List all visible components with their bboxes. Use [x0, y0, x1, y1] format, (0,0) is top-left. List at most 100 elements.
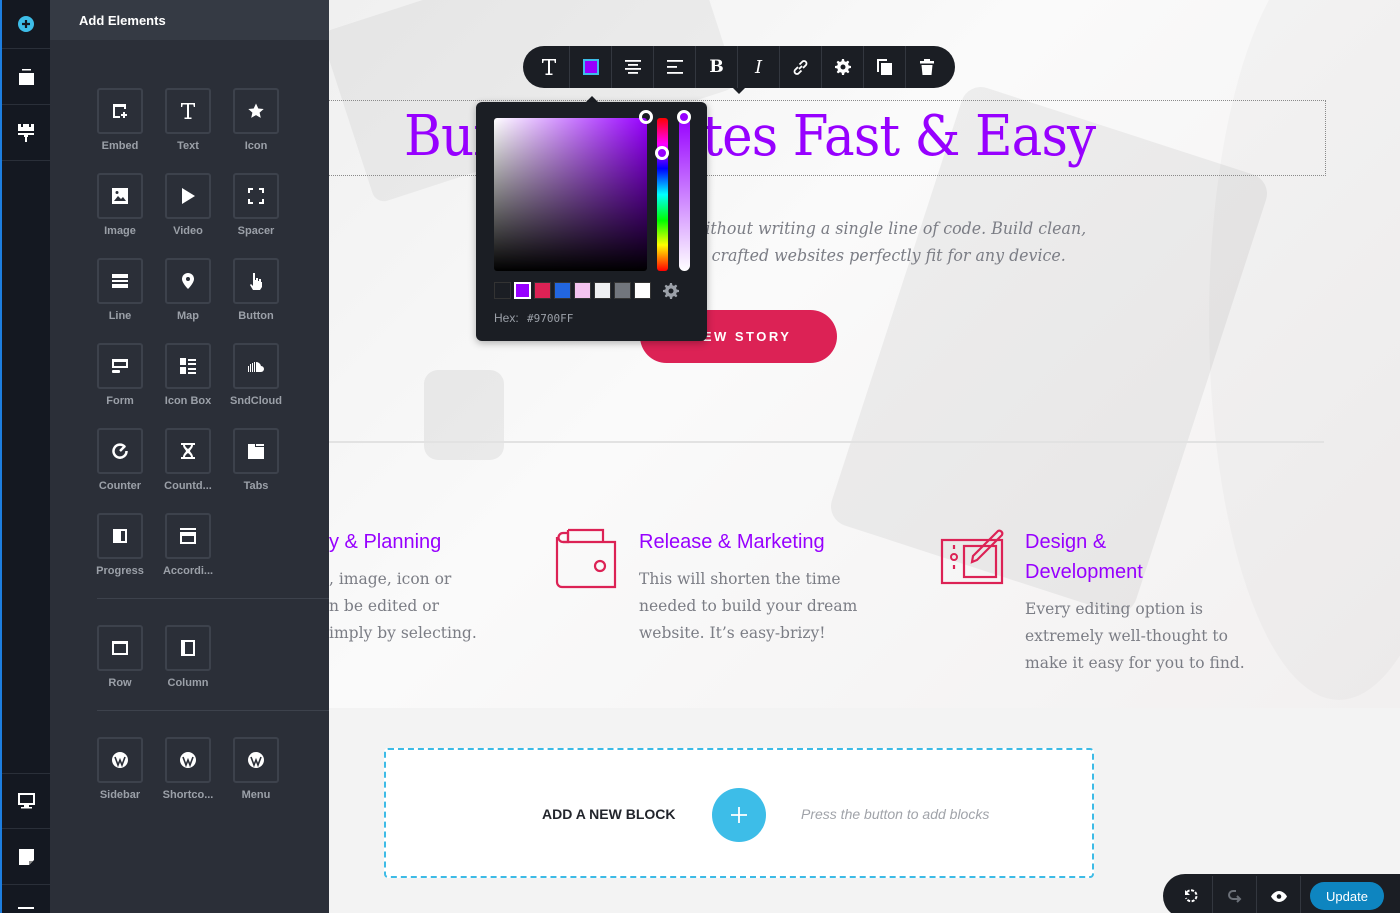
element-shortcode[interactable]: Shortco... [163, 737, 213, 801]
rail-more-button[interactable] [2, 885, 50, 913]
element-accordion[interactable]: Accordi... [163, 513, 213, 577]
feature-text-line: , image, icon or [329, 570, 452, 588]
element-label: Embed [101, 140, 139, 152]
saturation-value-handle[interactable] [639, 110, 653, 124]
color-swatch[interactable] [554, 282, 571, 299]
color-swatch[interactable] [514, 282, 531, 299]
design-tablet-icon [940, 529, 1004, 585]
add-elements-panel: Add Elements Embed Text Icon Image Video… [50, 0, 329, 913]
toolbar-link-button[interactable] [780, 46, 822, 88]
color-swatch[interactable] [494, 282, 511, 299]
toolbar-settings-button[interactable] [822, 46, 864, 88]
embed-icon [113, 104, 127, 118]
color-swatch[interactable] [594, 282, 611, 299]
element-sidebar[interactable]: Sidebar [97, 737, 143, 801]
element-column[interactable]: Column [165, 625, 211, 689]
feature-text-line: extremely well-thought to [1025, 627, 1228, 645]
rail-pages-button[interactable] [2, 829, 50, 885]
element-map[interactable]: Map [165, 258, 211, 322]
undo-icon [1184, 889, 1198, 903]
soundcloud-icon [248, 361, 264, 372]
add-block-button[interactable] [712, 788, 766, 842]
hue-slider-handle[interactable] [655, 146, 669, 160]
element-spacer[interactable]: Spacer [233, 173, 279, 237]
element-line[interactable]: Line [97, 258, 143, 322]
add-block-label: ADD A NEW BLOCK [542, 806, 676, 822]
element-video[interactable]: Video [165, 173, 211, 237]
element-icon-box[interactable]: Icon Box [165, 343, 211, 407]
saturation-value-area[interactable] [494, 118, 647, 271]
color-swatch[interactable] [634, 282, 651, 299]
toolbar-italic-button[interactable]: I [738, 46, 780, 88]
preview-button[interactable] [1257, 876, 1301, 913]
element-label: Sidebar [99, 789, 141, 801]
element-progress[interactable]: Progress [96, 513, 144, 577]
element-embed[interactable]: Embed [97, 88, 143, 152]
toolbar-delete-button[interactable] [906, 46, 948, 88]
feature-title[interactable]: Design & Development [1025, 527, 1143, 587]
panel-title: Add Elements [79, 12, 166, 28]
feature-title[interactable]: y & Planning [329, 527, 441, 557]
text-icon [541, 59, 556, 75]
spacer-icon [248, 188, 264, 204]
rail-blocks-button[interactable] [2, 49, 50, 105]
element-soundcloud[interactable]: SndCloud [230, 343, 282, 407]
progress-icon [113, 529, 127, 543]
element-menu[interactable]: Menu [233, 737, 279, 801]
element-countdown[interactable]: Countd... [164, 428, 212, 492]
element-label: Line [108, 310, 132, 322]
toolbar-align-button[interactable] [612, 46, 654, 88]
feature-title-line: Development [1025, 561, 1143, 583]
toolbar-list-button[interactable] [654, 46, 696, 88]
rail-styling-button[interactable] [2, 105, 50, 161]
feature-text: , image, icon or n be edited or imply by… [329, 566, 477, 647]
gear-icon[interactable] [663, 282, 679, 299]
opacity-slider-handle[interactable] [677, 110, 691, 124]
page-icon [18, 848, 34, 865]
element-counter[interactable]: Counter [97, 428, 143, 492]
gear-icon [834, 59, 851, 75]
wordpress-icon [180, 752, 196, 768]
element-label: Accordi... [162, 565, 214, 577]
color-swatches [494, 282, 679, 299]
color-picker-popover: Hex: #9700FF [476, 102, 707, 341]
toolbar-duplicate-button[interactable] [864, 46, 906, 88]
feature-text-line: n be edited or [329, 597, 439, 615]
trash-icon [920, 59, 934, 75]
color-swatch[interactable] [574, 282, 591, 299]
undo-button[interactable] [1169, 876, 1213, 913]
color-swatch-icon [582, 59, 599, 75]
hex-input[interactable]: #9700FF [527, 312, 573, 325]
monitor-icon [17, 793, 35, 809]
feature-text-line: imply by selecting. [329, 624, 477, 642]
rail-responsive-button[interactable] [2, 773, 50, 829]
opacity-slider[interactable] [679, 118, 690, 271]
element-form[interactable]: Form [97, 343, 143, 407]
toolbar-bold-button[interactable]: B [696, 46, 738, 88]
element-text[interactable]: Text [165, 88, 211, 152]
wordpress-icon [112, 752, 128, 768]
hourglass-icon [181, 443, 195, 459]
hue-slider[interactable] [657, 118, 668, 271]
feature-title[interactable]: Release & Marketing [639, 527, 825, 557]
feature-text-line: make it easy for you to find. [1025, 654, 1245, 672]
element-tabs[interactable]: Tabs [233, 428, 279, 492]
element-button[interactable]: Button [233, 258, 279, 322]
color-swatch[interactable] [534, 282, 551, 299]
element-row[interactable]: Row [97, 625, 143, 689]
feature-text-line: Every editing option is [1025, 600, 1204, 618]
play-icon [182, 188, 195, 204]
element-image[interactable]: Image [97, 173, 143, 237]
panel-header: Add Elements [50, 0, 329, 40]
toolbar-typography-button[interactable] [528, 46, 570, 88]
update-button[interactable]: Update [1310, 882, 1384, 910]
element-icon[interactable]: Icon [233, 88, 279, 152]
icon-box-icon [180, 358, 196, 374]
redo-icon [1227, 890, 1241, 903]
rail-add-elements-button[interactable] [2, 0, 50, 49]
feature-text-line: website. It’s easy-brizy! [639, 624, 826, 642]
element-label: Counter [98, 480, 142, 492]
color-swatch[interactable] [614, 282, 631, 299]
toolbar-color-button[interactable] [570, 46, 612, 88]
redo-button[interactable] [1213, 876, 1257, 913]
